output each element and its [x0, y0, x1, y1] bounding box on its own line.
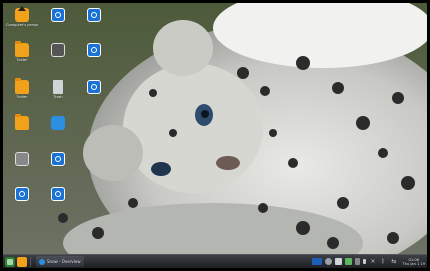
app-icon [87, 43, 101, 57]
screen-icon[interactable] [312, 258, 323, 265]
app-launcher-icon[interactable] [5, 256, 15, 267]
desktop-icon-app[interactable] [78, 43, 110, 58]
taskbar-window-title: Snow - Overview [47, 259, 81, 264]
network-icon[interactable] [355, 258, 361, 265]
desktop-icon-twitter[interactable] [42, 116, 74, 131]
bluetooth-icon[interactable]: ᛒ [379, 258, 386, 265]
folder-icon [15, 114, 29, 130]
taskbar: Snow - Overview × ᛒ ⇆ 01:06 Thu Jan 1 19 [3, 254, 427, 268]
image-file-icon [51, 43, 65, 57]
desktop-icon-app[interactable] [78, 80, 110, 95]
desktop-icon-folder[interactable]: Folder [6, 41, 38, 62]
desktop-icon-folder[interactable]: Folder [6, 78, 38, 99]
browser-icon [39, 258, 45, 265]
desktop-icon-home[interactable]: Computer's personal [6, 6, 38, 27]
desktop-icon-trash[interactable]: Trash [42, 80, 74, 99]
desktop-icon-app[interactable] [6, 187, 38, 202]
app-icon [15, 187, 29, 201]
screen-frame: Computer's personal Folder Folder [0, 0, 430, 271]
desktop-icon-photo[interactable] [42, 43, 74, 58]
app-icon [51, 152, 65, 166]
clock[interactable]: 01:06 Thu Jan 1 19 [402, 258, 425, 266]
trash-icon [53, 80, 63, 94]
taskbar-separator [30, 256, 31, 267]
app-icon [87, 8, 101, 22]
system-tray: × ᛒ ⇆ 01:06 Thu Jan 1 19 [309, 255, 427, 269]
desktop-icon-app[interactable] [78, 8, 110, 23]
bird-icon [51, 116, 65, 130]
app-icon [87, 80, 101, 94]
status-icon[interactable] [325, 258, 333, 265]
folder-icon [15, 41, 29, 57]
desktop-icon-app[interactable] [42, 8, 74, 23]
desktop-icon-label: Folder [16, 95, 28, 99]
taskbar-window-button[interactable]: Snow - Overview [36, 256, 84, 267]
desktop-icon-photo[interactable] [6, 152, 38, 167]
folder-icon [15, 78, 29, 94]
close-notification-icon[interactable]: × [369, 258, 376, 265]
desktop-icon-app[interactable] [42, 152, 74, 167]
battery-icon[interactable] [345, 258, 353, 265]
desktop-icon-label: Trash [53, 95, 63, 99]
volume-icon[interactable] [363, 259, 367, 264]
desktop-icon-folder[interactable] [6, 114, 38, 131]
desktop-icon-app[interactable] [42, 187, 74, 202]
app-icon [51, 187, 65, 201]
usb-icon[interactable]: ⇆ [389, 258, 398, 265]
home-folder-icon [15, 6, 29, 22]
desktop: Computer's personal Folder Folder [3, 3, 427, 268]
desktop-icon-label: Folder [16, 58, 28, 62]
image-file-icon [15, 152, 29, 166]
app-icon [51, 8, 65, 22]
clock-date: Thu Jan 1 19 [402, 261, 425, 266]
clipboard-icon[interactable] [335, 258, 343, 265]
file-manager-icon[interactable] [17, 256, 27, 267]
desktop-icon-label: Computer's personal [6, 23, 38, 27]
